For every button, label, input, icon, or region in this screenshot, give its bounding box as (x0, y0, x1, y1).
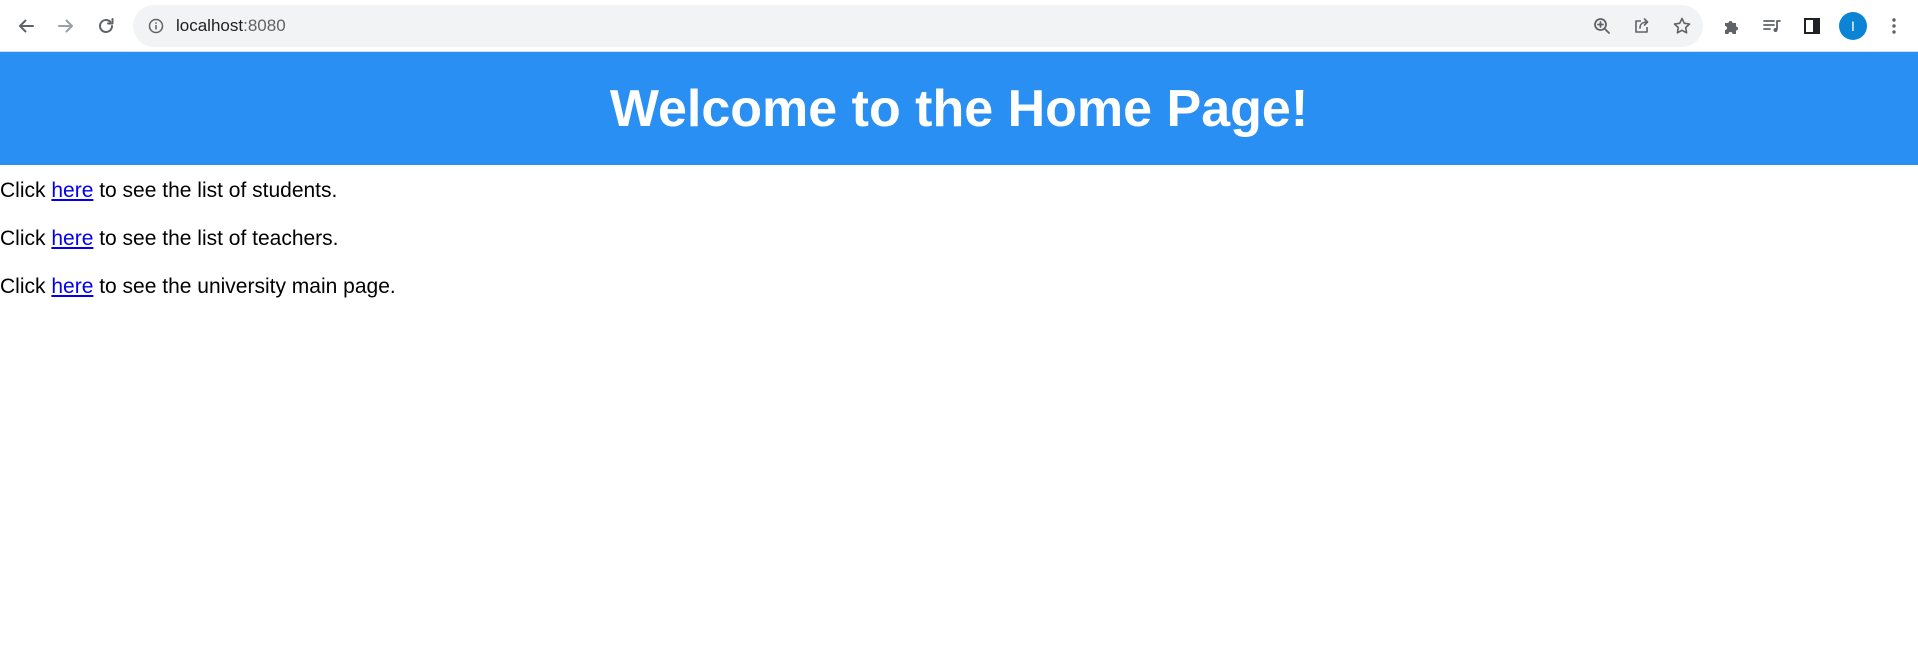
url-host: localhost (176, 16, 244, 35)
info-icon[interactable] (148, 18, 164, 34)
page-title: Welcome to the Home Page! (609, 79, 1309, 138)
media-control-button[interactable] (1758, 12, 1786, 40)
toolbar-divider (0, 51, 1918, 52)
line-prefix: Click (0, 227, 52, 250)
line-suffix: to see the list of teachers. (93, 227, 339, 250)
line-suffix: to see the university main page. (93, 275, 396, 298)
line-prefix: Click (0, 275, 52, 298)
address-bar[interactable]: localhost:8080 (133, 5, 1703, 47)
star-icon (1673, 17, 1691, 34)
students-line: Click here to see the list of students. (0, 178, 1918, 203)
page-header: Welcome to the Home Page! (0, 52, 1918, 165)
zoom-button[interactable] (1590, 14, 1614, 38)
teachers-link[interactable]: here (51, 227, 93, 250)
forward-button[interactable] (50, 10, 82, 42)
university-link[interactable]: here (51, 275, 93, 298)
puzzle-icon (1725, 21, 1738, 34)
side-panel-button[interactable] (1798, 12, 1826, 40)
line-suffix: to see the list of students. (93, 179, 338, 202)
share-icon (1635, 18, 1649, 33)
zoom-in-icon (1594, 18, 1610, 34)
profile-avatar[interactable]: I (1839, 12, 1867, 40)
reload-icon (99, 18, 114, 33)
arrow-left-icon (19, 19, 34, 33)
arrow-right-icon (58, 19, 73, 33)
browser-menu-button[interactable] (1880, 12, 1908, 40)
reload-button[interactable] (90, 10, 122, 42)
browser-toolbar: localhost:8080 I (0, 0, 1918, 52)
teachers-line: Click here to see the list of teachers. (0, 226, 1918, 251)
url-text[interactable]: localhost:8080 (176, 16, 286, 36)
side-panel-icon (1804, 18, 1820, 34)
url-port: :8080 (243, 16, 286, 35)
page-content: Click here to see the list of students. … (0, 165, 1918, 299)
university-line: Click here to see the university main pa… (0, 274, 1918, 299)
line-prefix: Click (0, 179, 52, 202)
students-link[interactable]: here (51, 179, 93, 202)
back-button[interactable] (10, 10, 42, 42)
bookmark-button[interactable] (1670, 14, 1694, 38)
media-queue-icon (1763, 20, 1781, 32)
kebab-menu-icon (1892, 18, 1896, 34)
extensions-button[interactable] (1718, 12, 1746, 40)
profile-initial: I (1851, 18, 1855, 34)
share-button[interactable] (1630, 14, 1654, 38)
